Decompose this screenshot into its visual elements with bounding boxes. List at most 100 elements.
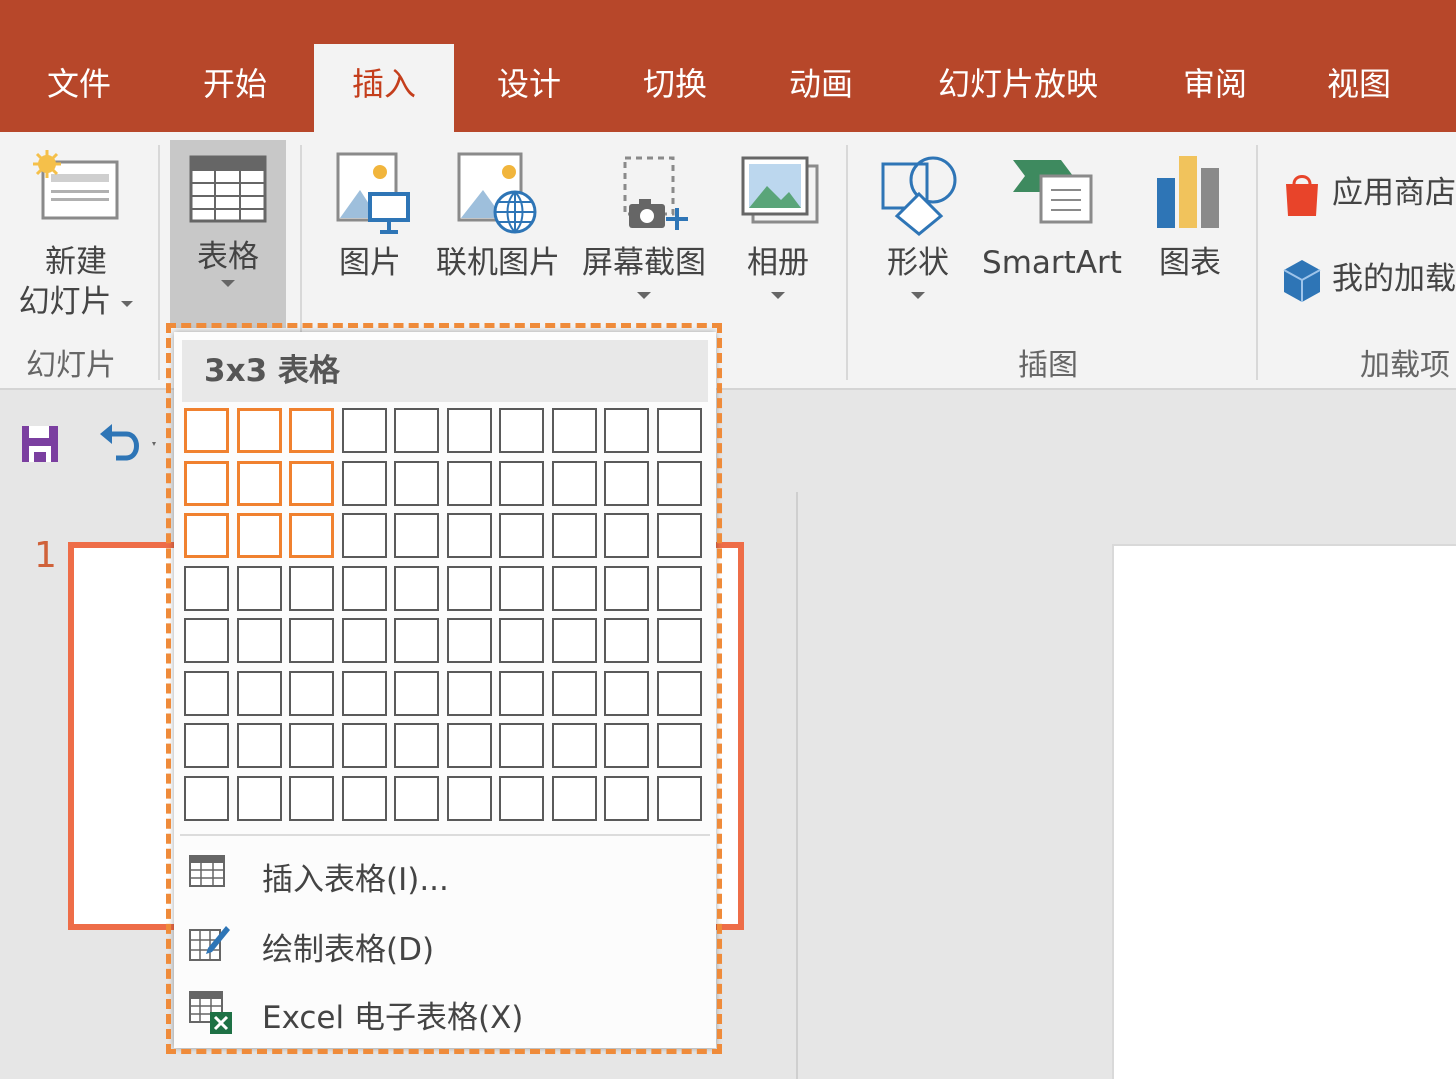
grid-cell[interactable] [236, 408, 282, 453]
tab-insert[interactable]: 插入 [314, 44, 454, 132]
grid-cell[interactable] [341, 670, 387, 716]
grid-cell[interactable] [446, 513, 492, 558]
grid-cell[interactable] [604, 460, 649, 506]
grid-cell[interactable] [551, 618, 597, 663]
tab-review[interactable]: 审阅 [1160, 44, 1270, 132]
grid-cell[interactable] [289, 565, 334, 611]
grid-cell[interactable] [394, 775, 439, 821]
grid-cell[interactable] [394, 565, 439, 611]
grid-cell[interactable] [446, 618, 492, 663]
grid-cell[interactable] [394, 618, 439, 663]
grid-cell[interactable] [289, 618, 334, 663]
grid-cell[interactable] [289, 670, 334, 716]
online-picture-button[interactable]: 联机图片 [428, 150, 568, 300]
grid-cell[interactable] [289, 513, 334, 558]
grid-cell[interactable] [184, 775, 229, 821]
grid-cell[interactable] [289, 460, 334, 506]
grid-cell[interactable] [184, 723, 229, 768]
grid-cell[interactable] [236, 565, 282, 611]
tab-view[interactable]: 视图 [1304, 44, 1414, 132]
grid-cell[interactable] [289, 408, 334, 453]
grid-cell[interactable] [446, 670, 492, 716]
grid-cell[interactable] [394, 670, 439, 716]
grid-cell[interactable] [604, 618, 649, 663]
tab-transitions[interactable]: 切换 [620, 44, 730, 132]
grid-cell[interactable] [446, 723, 492, 768]
shapes-button[interactable]: 形状 [866, 150, 970, 320]
grid-cell[interactable] [499, 775, 544, 821]
grid-cell[interactable] [604, 408, 649, 453]
photo-album-button[interactable]: 相册 [726, 150, 830, 320]
grid-cell[interactable] [656, 618, 702, 663]
grid-cell[interactable] [499, 670, 544, 716]
new-slide-button[interactable]: 新建 幻灯片 [8, 148, 144, 328]
insert-table-menu-item[interactable]: 插入表格(I)... [188, 846, 698, 902]
grid-cell[interactable] [446, 775, 492, 821]
smartart-button[interactable]: SmartArt [976, 150, 1128, 300]
grid-cell[interactable] [184, 513, 229, 558]
grid-cell[interactable] [341, 723, 387, 768]
grid-cell[interactable] [236, 618, 282, 663]
grid-cell[interactable] [341, 565, 387, 611]
grid-cell[interactable] [551, 670, 597, 716]
grid-cell[interactable] [184, 670, 229, 716]
grid-cell[interactable] [499, 565, 544, 611]
grid-cell[interactable] [394, 723, 439, 768]
grid-cell[interactable] [446, 565, 492, 611]
grid-cell[interactable] [236, 460, 282, 506]
grid-cell[interactable] [551, 565, 597, 611]
grid-cell[interactable] [184, 565, 229, 611]
store-button[interactable]: 应用商店 [1278, 168, 1456, 222]
grid-cell[interactable] [604, 565, 649, 611]
grid-cell[interactable] [394, 513, 439, 558]
grid-cell[interactable] [656, 408, 702, 453]
grid-cell[interactable] [446, 460, 492, 506]
grid-cell[interactable] [551, 513, 597, 558]
tab-design[interactable]: 设计 [474, 44, 584, 132]
grid-cell[interactable] [236, 775, 282, 821]
grid-cell[interactable] [341, 460, 387, 506]
grid-cell[interactable] [236, 670, 282, 716]
excel-spreadsheet-menu-item[interactable]: Excel 电子表格(X) [188, 984, 698, 1040]
tab-slideshow[interactable]: 幻灯片放映 [920, 44, 1116, 132]
undo-icon[interactable] [96, 420, 156, 464]
grid-cell[interactable] [289, 775, 334, 821]
grid-cell[interactable] [341, 618, 387, 663]
tab-home[interactable]: 开始 [180, 44, 290, 132]
picture-button[interactable]: 图片 [322, 150, 418, 300]
table-button[interactable]: 表格 [170, 140, 286, 328]
grid-cell[interactable] [604, 513, 649, 558]
grid-cell[interactable] [499, 723, 544, 768]
grid-cell[interactable] [499, 618, 544, 663]
grid-cell[interactable] [236, 723, 282, 768]
grid-cell[interactable] [499, 513, 544, 558]
tab-animations[interactable]: 动画 [766, 44, 876, 132]
grid-cell[interactable] [656, 565, 702, 611]
grid-cell[interactable] [551, 408, 597, 453]
grid-cell[interactable] [604, 775, 649, 821]
grid-cell[interactable] [236, 513, 282, 558]
slide-canvas[interactable] [1112, 544, 1456, 1079]
screenshot-button[interactable]: 屏幕截图 [574, 150, 714, 320]
grid-cell[interactable] [499, 460, 544, 506]
table-grid-picker[interactable] [184, 408, 709, 828]
grid-cell[interactable] [184, 408, 229, 453]
draw-table-menu-item[interactable]: 绘制表格(D) [188, 916, 698, 972]
grid-cell[interactable] [289, 723, 334, 768]
grid-cell[interactable] [551, 775, 597, 821]
grid-cell[interactable] [656, 723, 702, 768]
grid-cell[interactable] [394, 408, 439, 453]
grid-cell[interactable] [341, 775, 387, 821]
grid-cell[interactable] [394, 460, 439, 506]
grid-cell[interactable] [499, 408, 544, 453]
grid-cell[interactable] [656, 775, 702, 821]
grid-cell[interactable] [656, 513, 702, 558]
grid-cell[interactable] [551, 460, 597, 506]
my-addins-button[interactable]: 我的加载项 [1278, 254, 1456, 308]
grid-cell[interactable] [656, 460, 702, 506]
grid-cell[interactable] [446, 408, 492, 453]
save-icon[interactable] [18, 422, 62, 466]
tab-file[interactable]: 文件 [24, 44, 134, 132]
grid-cell[interactable] [184, 460, 229, 506]
chart-button[interactable]: 图表 [1140, 150, 1240, 300]
